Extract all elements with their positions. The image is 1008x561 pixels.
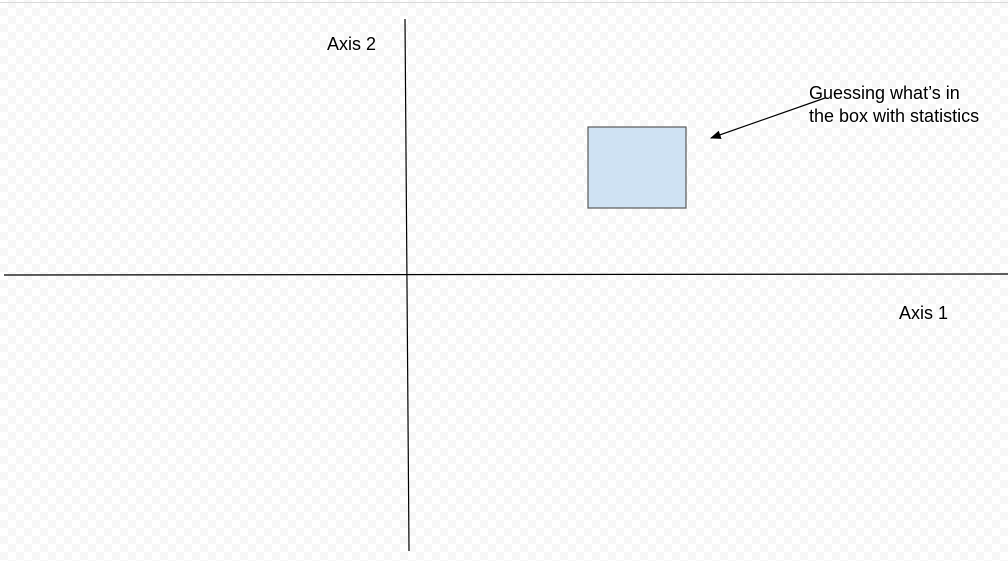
callout-line-2: the box with statistics	[809, 106, 980, 126]
callout-text: Guessing what’s in the box with statisti…	[809, 82, 979, 128]
callout-line-1: Guessing what’s in	[809, 83, 960, 103]
callout-arrow	[709, 97, 826, 139]
horizontal-axis	[3, 273, 1008, 276]
axis-1-label: Axis 1	[899, 303, 949, 323]
statistics-box	[587, 126, 687, 209]
vertical-axis	[404, 18, 410, 552]
axis-2-label: Axis 2	[327, 34, 377, 54]
